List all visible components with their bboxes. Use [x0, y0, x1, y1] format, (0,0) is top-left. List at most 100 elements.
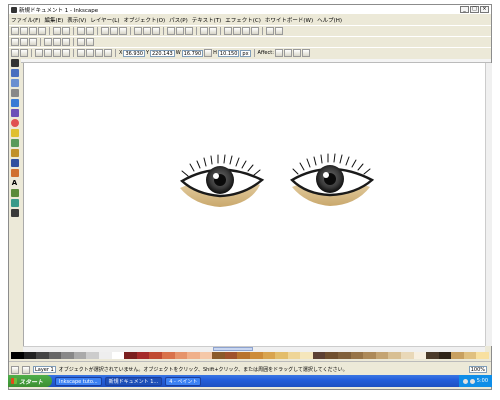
color-swatch[interactable]	[350, 352, 364, 359]
rotate-cw-button[interactable]	[44, 49, 52, 57]
color-swatch[interactable]	[388, 352, 401, 359]
fill-indicator[interactable]	[11, 365, 19, 374]
duplicate-button[interactable]	[167, 27, 175, 35]
layer-select[interactable]: Layer 1	[33, 366, 56, 373]
color-swatch[interactable]	[275, 352, 288, 359]
menu-effects[interactable]: エフェクト(C)	[225, 16, 261, 24]
menu-whiteboard[interactable]: ホワイトボード(W)	[265, 16, 313, 24]
color-swatch[interactable]	[249, 352, 263, 359]
menu-path[interactable]: パス(P)	[169, 16, 188, 24]
undo-button[interactable]	[77, 27, 85, 35]
new-document-button[interactable]	[11, 27, 19, 35]
color-swatch[interactable]	[325, 352, 339, 359]
text-font-button[interactable]	[233, 27, 241, 35]
snap-guides-button[interactable]	[44, 38, 52, 46]
color-swatch[interactable]	[300, 352, 313, 359]
color-swatch[interactable]	[338, 352, 351, 359]
gradient-tool-icon[interactable]	[10, 199, 19, 207]
pencil-tool-icon[interactable]	[10, 149, 19, 157]
color-swatch[interactable]	[224, 352, 238, 359]
color-swatch[interactable]	[438, 352, 452, 359]
raise-button[interactable]	[86, 49, 94, 57]
vertical-scrollbar[interactable]	[485, 63, 492, 346]
x-field[interactable]: 36.930	[123, 49, 145, 57]
menu-layer[interactable]: レイヤー(L)	[90, 16, 119, 24]
tweak-tool-icon[interactable]	[10, 79, 19, 87]
raise-top-button[interactable]	[77, 49, 85, 57]
ellipse-tool-icon[interactable]	[10, 119, 19, 127]
export-button[interactable]	[62, 27, 70, 35]
color-swatch[interactable]	[312, 352, 326, 359]
color-swatch[interactable]	[262, 352, 276, 359]
preferences-button[interactable]	[266, 27, 274, 35]
color-swatch[interactable]	[413, 352, 427, 359]
affect-stroke-button[interactable]	[274, 49, 283, 57]
snap-rotation-center-button[interactable]	[86, 38, 94, 46]
cut-button[interactable]	[110, 27, 118, 35]
color-swatch[interactable]	[149, 352, 162, 359]
start-button[interactable]: スタート	[8, 375, 52, 387]
color-swatch[interactable]	[111, 352, 125, 359]
color-swatch[interactable]	[136, 352, 150, 359]
h-field[interactable]: 10.150	[217, 49, 240, 57]
unlink-clone-button[interactable]	[185, 27, 193, 35]
color-swatch[interactable]	[23, 352, 37, 359]
menu-edit[interactable]: 編集(E)	[44, 16, 63, 24]
affect-gradient-button[interactable]	[292, 49, 301, 57]
color-swatch[interactable]	[99, 352, 112, 359]
rotate-ccw-button[interactable]	[35, 49, 43, 57]
tray-icon[interactable]	[469, 378, 475, 384]
color-swatch[interactable]	[61, 352, 74, 359]
selector-tool-icon[interactable]	[10, 59, 19, 67]
color-swatch[interactable]	[86, 352, 100, 359]
minimize-button[interactable]: _	[460, 6, 469, 13]
zoom-selection-button[interactable]	[134, 27, 142, 35]
dropper-tool-icon[interactable]	[10, 209, 19, 217]
snap-page-button[interactable]	[62, 38, 70, 46]
spray-tool-icon[interactable]	[10, 189, 19, 197]
color-swatch[interactable]	[426, 352, 439, 359]
y-field[interactable]: 220.143	[150, 49, 175, 57]
color-swatch[interactable]	[48, 352, 62, 359]
snap-bbox-button[interactable]	[20, 38, 28, 46]
color-swatch[interactable]	[476, 352, 489, 359]
color-swatch[interactable]	[287, 352, 301, 359]
menu-file[interactable]: ファイル(F)	[11, 16, 40, 24]
snap-nodes-button[interactable]	[29, 38, 37, 46]
menu-help[interactable]: ヘルプ(H)	[317, 16, 342, 24]
stroke-indicator[interactable]	[22, 365, 30, 374]
text-tool-icon[interactable]: A	[11, 179, 19, 187]
snap-grid-button[interactable]	[53, 38, 61, 46]
zoom-drawing-button[interactable]	[143, 27, 151, 35]
3d-box-tool-icon[interactable]	[10, 109, 19, 117]
taskbar-item-paint[interactable]: 4 - ペイント	[165, 376, 202, 386]
color-swatch[interactable]	[73, 352, 87, 359]
color-swatch[interactable]	[363, 352, 376, 359]
calligraphy-tool-icon[interactable]	[10, 169, 19, 177]
rectangle-tool-icon[interactable]	[10, 99, 19, 107]
lower-button[interactable]	[95, 49, 103, 57]
color-swatch[interactable]	[400, 352, 414, 359]
taskbar-item-tutorial[interactable]: Inkscape tuto...	[55, 376, 102, 386]
canvas[interactable]	[23, 63, 492, 346]
menu-text[interactable]: テキスト(T)	[192, 16, 222, 24]
flip-vertical-button[interactable]	[62, 49, 70, 57]
pen-tool-icon[interactable]	[10, 159, 19, 167]
copy-button[interactable]	[101, 27, 109, 35]
align-button[interactable]	[251, 27, 259, 35]
color-swatch[interactable]	[124, 352, 137, 359]
ungroup-button[interactable]	[209, 27, 217, 35]
zoom-field[interactable]: 100%	[468, 366, 487, 373]
affect-pattern-button[interactable]	[301, 49, 310, 57]
snap-center-button[interactable]	[77, 38, 85, 46]
color-swatch[interactable]	[199, 352, 213, 359]
zoom-tool-icon[interactable]	[10, 89, 19, 97]
redo-button[interactable]	[86, 27, 94, 35]
paste-button[interactable]	[119, 27, 127, 35]
scroll-thumb[interactable]	[213, 347, 253, 351]
open-button[interactable]	[20, 27, 28, 35]
lower-bottom-button[interactable]	[104, 49, 112, 57]
color-swatch[interactable]	[451, 352, 464, 359]
import-button[interactable]	[53, 27, 61, 35]
node-tool-icon[interactable]	[10, 69, 19, 77]
